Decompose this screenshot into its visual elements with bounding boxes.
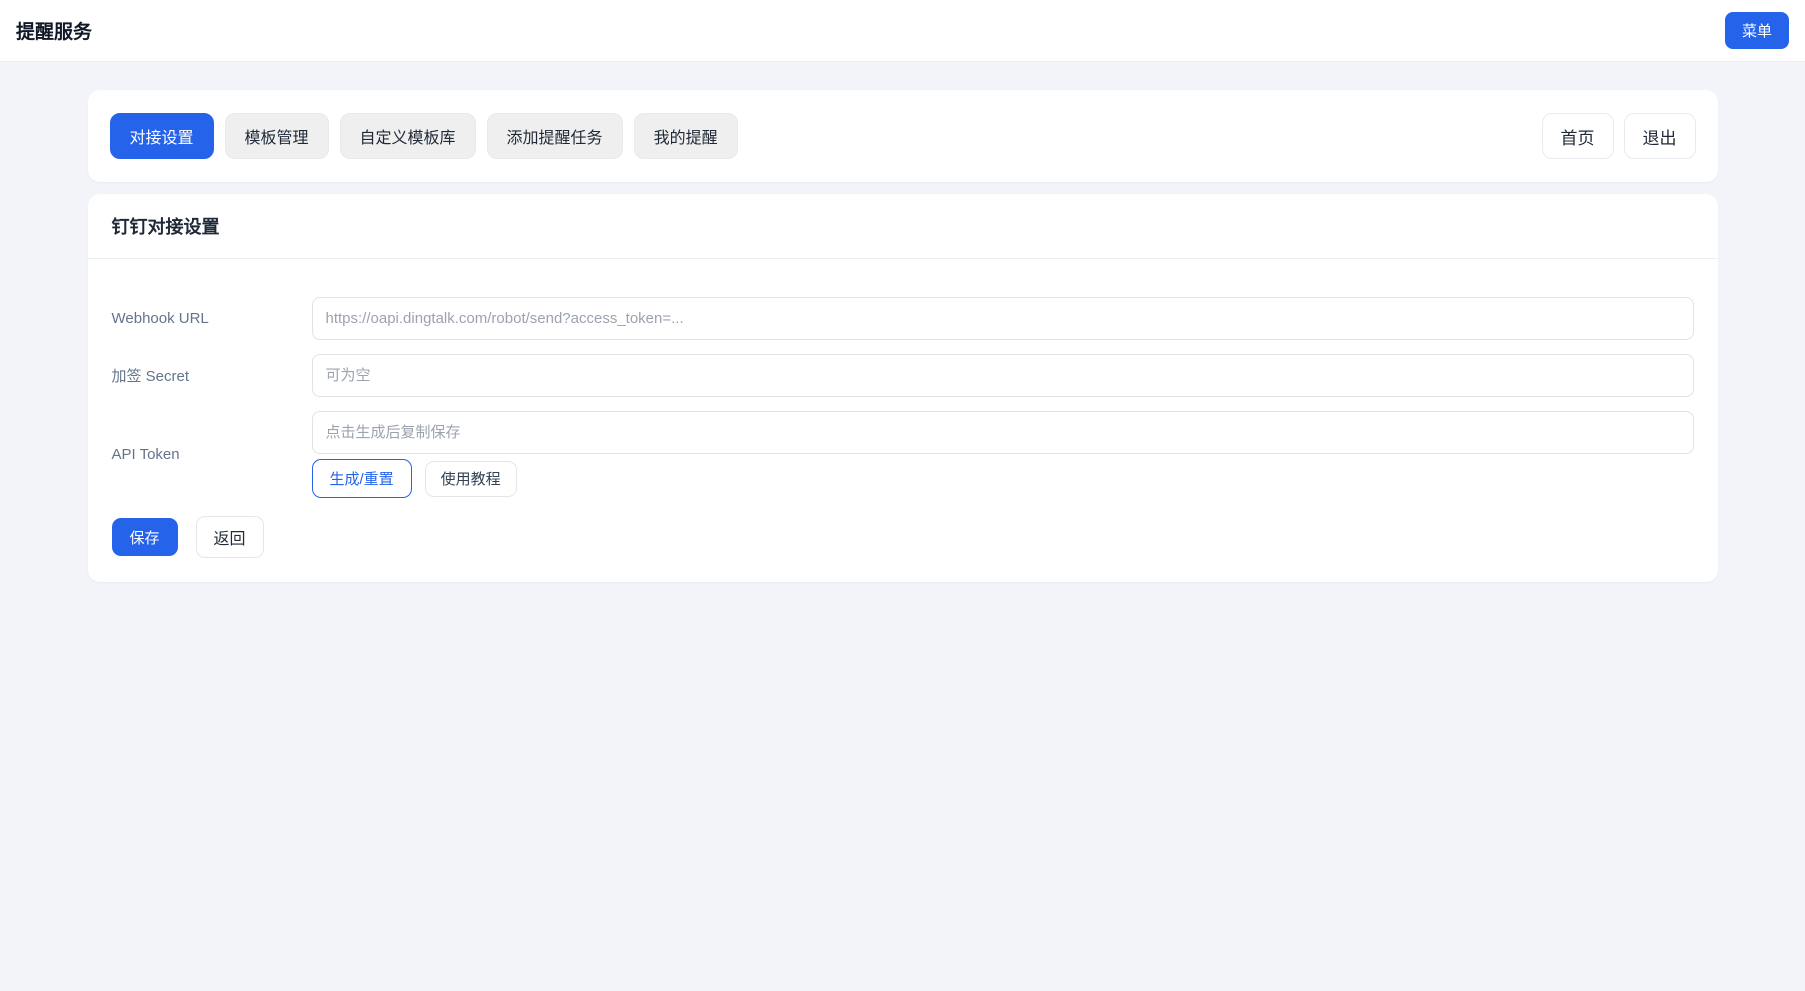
- sign-secret-input[interactable]: [311, 354, 1694, 397]
- logout-button[interactable]: 退出: [1623, 113, 1696, 159]
- token-buttons: 生成/重置 使用教程: [311, 459, 1694, 498]
- dingtalk-settings-card: 钉钉对接设置 Webhook URL 加签 Secret API Token: [87, 194, 1718, 582]
- tab-add-reminder-task[interactable]: 添加提醒任务: [486, 113, 623, 159]
- webhook-url-row: Webhook URL: [112, 297, 1694, 340]
- sign-secret-label: 加签 Secret: [111, 368, 190, 385]
- webhook-url-label: Webhook URL: [111, 310, 209, 327]
- form-actions: 保存 返回: [111, 516, 1694, 558]
- tab-custom-template-library[interactable]: 自定义模板库: [339, 113, 476, 159]
- settings-form: Webhook URL 加签 Secret API Token 生成/重置 使用…: [88, 259, 1718, 558]
- tab-my-reminders[interactable]: 我的提醒: [633, 113, 738, 159]
- tab-group: 对接设置 模板管理 自定义模板库 添加提醒任务 我的提醒: [109, 113, 738, 159]
- card-title: 钉钉对接设置: [111, 217, 220, 237]
- nav-right-actions: 首页 退出: [1541, 113, 1696, 159]
- menu-button[interactable]: 菜单: [1724, 12, 1789, 49]
- back-button[interactable]: 返回: [195, 516, 264, 558]
- tab-connection-settings[interactable]: 对接设置: [109, 113, 214, 159]
- app-header: 提醒服务 菜单: [0, 0, 1805, 62]
- card-title-row: 钉钉对接设置: [88, 194, 1718, 258]
- generate-reset-button[interactable]: 生成/重置: [311, 459, 412, 498]
- api-token-label: API Token: [111, 446, 180, 463]
- api-token-input[interactable]: [311, 411, 1694, 454]
- nav-card: 对接设置 模板管理 自定义模板库 添加提醒任务 我的提醒 首页 退出: [87, 90, 1718, 182]
- app-title: 提醒服务: [16, 22, 93, 43]
- sign-secret-row: 加签 Secret: [112, 354, 1694, 397]
- tab-template-management[interactable]: 模板管理: [224, 113, 329, 159]
- webhook-url-input[interactable]: [311, 297, 1694, 340]
- usage-tutorial-button[interactable]: 使用教程: [424, 460, 517, 497]
- home-button[interactable]: 首页: [1541, 113, 1614, 159]
- save-button[interactable]: 保存: [111, 518, 178, 556]
- api-token-row: API Token 生成/重置 使用教程: [112, 411, 1694, 498]
